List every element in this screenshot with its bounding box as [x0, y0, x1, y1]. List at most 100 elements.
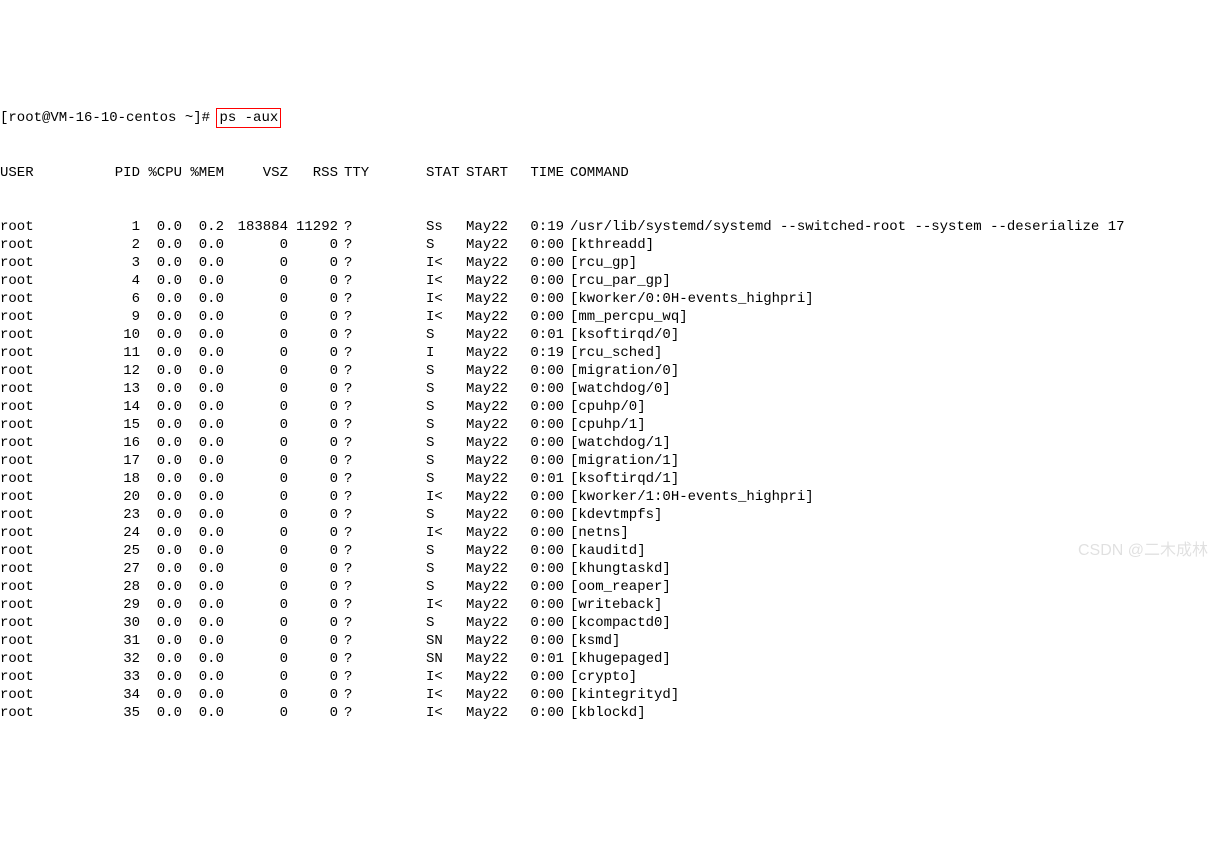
- cell-user: root: [0, 326, 80, 344]
- cell-stat: SN: [426, 650, 466, 668]
- cell-mem: 0.0: [182, 326, 224, 344]
- cell-time: 0:00: [516, 668, 570, 686]
- cell-vsz: 0: [224, 686, 288, 704]
- cell-mem: 0.0: [182, 452, 224, 470]
- header-mem: %MEM: [182, 164, 224, 182]
- cell-rss: 0: [288, 542, 338, 560]
- table-row: root110.00.000?IMay220:19[rcu_sched]: [0, 344, 1220, 362]
- cell-stat: I<: [426, 524, 466, 542]
- cell-vsz: 0: [224, 596, 288, 614]
- cell-pid: 20: [80, 488, 140, 506]
- cell-command: [writeback]: [570, 596, 662, 614]
- cell-user: root: [0, 290, 80, 308]
- cell-user: root: [0, 560, 80, 578]
- table-row: root20.00.000?SMay220:00[kthreadd]: [0, 236, 1220, 254]
- cell-time: 0:00: [516, 560, 570, 578]
- cell-cpu: 0.0: [140, 686, 182, 704]
- cell-user: root: [0, 614, 80, 632]
- cell-user: root: [0, 488, 80, 506]
- cell-rss: 11292: [288, 218, 338, 236]
- cell-rss: 0: [288, 236, 338, 254]
- cell-pid: 2: [80, 236, 140, 254]
- cell-start: May22: [466, 326, 516, 344]
- cell-mem: 0.0: [182, 614, 224, 632]
- cell-pid: 18: [80, 470, 140, 488]
- cell-rss: 0: [288, 704, 338, 722]
- cell-time: 0:01: [516, 326, 570, 344]
- cell-vsz: 0: [224, 578, 288, 596]
- cell-mem: 0.0: [182, 488, 224, 506]
- cell-stat: S: [426, 236, 466, 254]
- cell-tty: ?: [338, 488, 372, 506]
- cell-rss: 0: [288, 380, 338, 398]
- cell-cpu: 0.0: [140, 290, 182, 308]
- cell-user: root: [0, 254, 80, 272]
- cell-command: [kthreadd]: [570, 236, 654, 254]
- cell-time: 0:00: [516, 380, 570, 398]
- cell-rss: 0: [288, 398, 338, 416]
- cell-tty: ?: [338, 452, 372, 470]
- cell-cpu: 0.0: [140, 542, 182, 560]
- cell-tty: ?: [338, 434, 372, 452]
- cell-time: 0:00: [516, 488, 570, 506]
- table-row: root270.00.000?SMay220:00[khungtaskd]: [0, 560, 1220, 578]
- table-row: root60.00.000?I<May220:00[kworker/0:0H-e…: [0, 290, 1220, 308]
- cell-cpu: 0.0: [140, 668, 182, 686]
- cell-rss: 0: [288, 416, 338, 434]
- cell-rss: 0: [288, 614, 338, 632]
- header-stat: STAT: [426, 164, 466, 182]
- command-highlight: ps -aux: [216, 108, 281, 128]
- cell-tty: ?: [338, 668, 372, 686]
- cell-rss: 0: [288, 470, 338, 488]
- header-pid: PID: [80, 164, 140, 182]
- terminal-output[interactable]: [root@VM-16-10-centos ~]# ps -aux USERPI…: [0, 72, 1220, 740]
- cell-time: 0:00: [516, 542, 570, 560]
- cell-command: [ksoftirqd/0]: [570, 326, 679, 344]
- cell-user: root: [0, 416, 80, 434]
- cell-rss: 0: [288, 344, 338, 362]
- cell-stat: S: [426, 326, 466, 344]
- cell-user: root: [0, 632, 80, 650]
- cell-stat: Ss: [426, 218, 466, 236]
- cell-time: 0:00: [516, 596, 570, 614]
- cell-pid: 32: [80, 650, 140, 668]
- cell-stat: I<: [426, 686, 466, 704]
- cell-pid: 11: [80, 344, 140, 362]
- cell-command: [kblockd]: [570, 704, 646, 722]
- cell-pid: 29: [80, 596, 140, 614]
- cell-vsz: 0: [224, 344, 288, 362]
- table-row: root40.00.000?I<May220:00[rcu_par_gp]: [0, 272, 1220, 290]
- command-text: ps -aux: [219, 110, 278, 126]
- cell-start: May22: [466, 308, 516, 326]
- table-row: root90.00.000?I<May220:00[mm_percpu_wq]: [0, 308, 1220, 326]
- cell-tty: ?: [338, 596, 372, 614]
- cell-command: /usr/lib/systemd/systemd --switched-root…: [570, 218, 1125, 236]
- cell-cpu: 0.0: [140, 596, 182, 614]
- cell-stat: I<: [426, 488, 466, 506]
- cell-stat: I: [426, 344, 466, 362]
- cell-mem: 0.0: [182, 686, 224, 704]
- table-row: root170.00.000?SMay220:00[migration/1]: [0, 452, 1220, 470]
- cell-stat: S: [426, 434, 466, 452]
- table-row: root350.00.000?I<May220:00[kblockd]: [0, 704, 1220, 722]
- table-row: root300.00.000?SMay220:00[kcompactd0]: [0, 614, 1220, 632]
- cell-command: [migration/0]: [570, 362, 679, 380]
- cell-cpu: 0.0: [140, 488, 182, 506]
- cell-pid: 4: [80, 272, 140, 290]
- table-row: root30.00.000?I<May220:00[rcu_gp]: [0, 254, 1220, 272]
- cell-start: May22: [466, 254, 516, 272]
- cell-stat: I<: [426, 668, 466, 686]
- cell-vsz: 0: [224, 614, 288, 632]
- cell-start: May22: [466, 686, 516, 704]
- cell-stat: S: [426, 398, 466, 416]
- cell-start: May22: [466, 560, 516, 578]
- cell-pid: 23: [80, 506, 140, 524]
- cell-mem: 0.0: [182, 236, 224, 254]
- cell-vsz: 0: [224, 452, 288, 470]
- cell-tty: ?: [338, 398, 372, 416]
- cell-mem: 0.2: [182, 218, 224, 236]
- cell-rss: 0: [288, 650, 338, 668]
- header-start: START: [466, 164, 516, 182]
- cell-stat: I<: [426, 290, 466, 308]
- cell-rss: 0: [288, 578, 338, 596]
